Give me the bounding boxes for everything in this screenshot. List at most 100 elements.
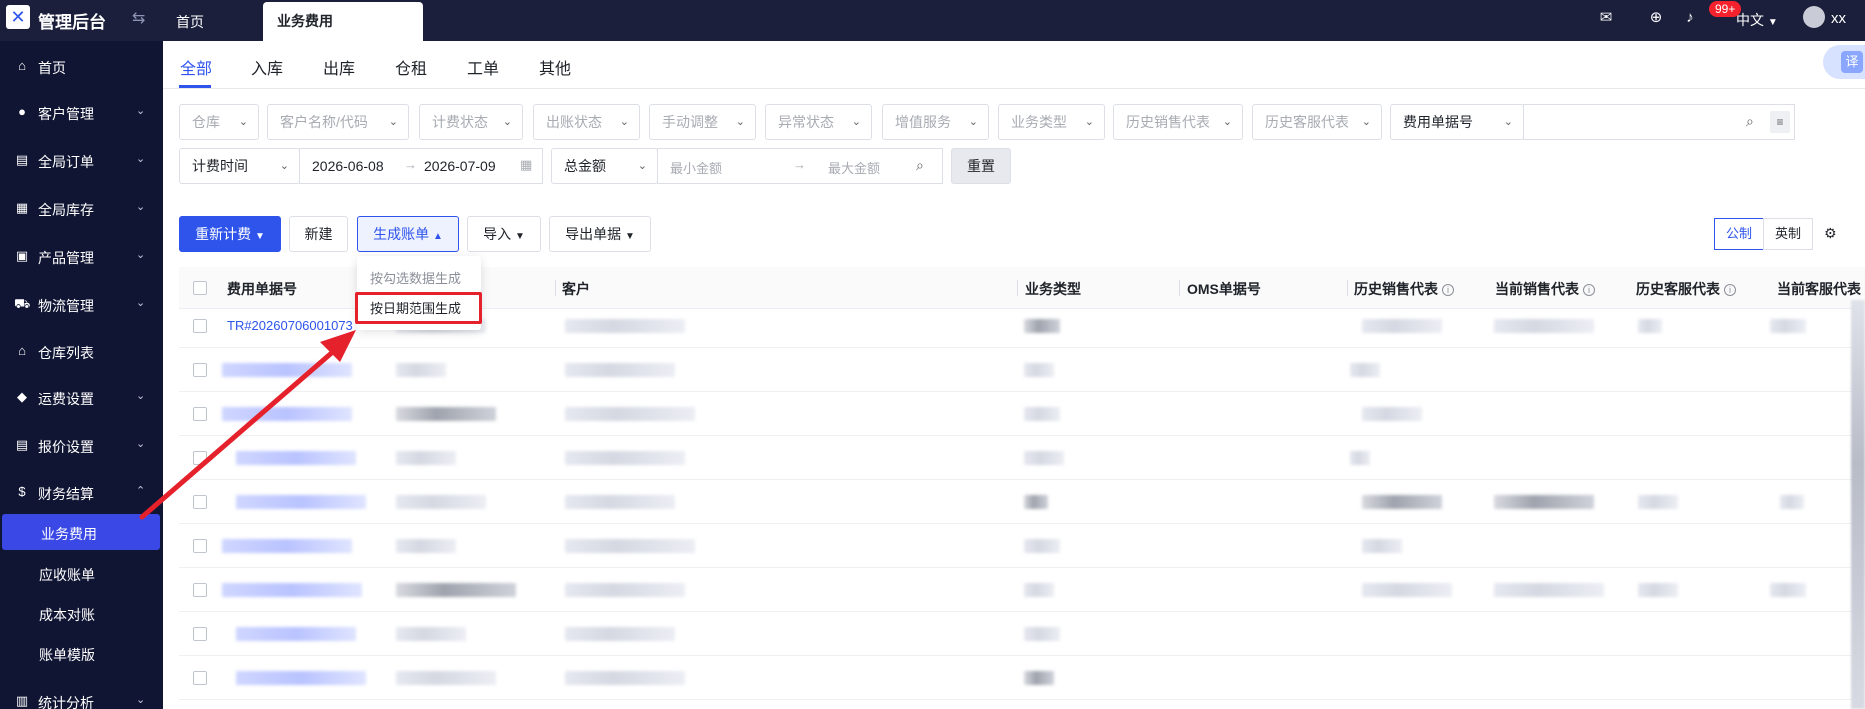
row-checkbox[interactable] (193, 627, 207, 641)
unit-metric-toggle[interactable]: 公制 (1714, 218, 1764, 250)
redacted-cell (236, 495, 366, 509)
tab-other[interactable]: 其他 (539, 55, 571, 79)
info-icon[interactable]: i (1442, 284, 1454, 296)
sidebar-item-home[interactable]: ⌂ 首页 (0, 46, 163, 86)
sidebar-subitem-receivables[interactable]: 应收账单 (0, 555, 163, 591)
bill-no-type-select[interactable]: 费用单据号 ⌄ (1390, 104, 1524, 140)
amount-type-select[interactable]: 总金额 ⌄ (551, 148, 658, 184)
col-history-sales[interactable]: 历史销售代表 i (1354, 279, 1454, 299)
import-button[interactable]: 导入 ▼ (467, 216, 541, 252)
tab-all[interactable]: 全部 (180, 55, 212, 79)
date-type-select[interactable]: 计费时间 ⌄ (179, 148, 300, 184)
translate-button[interactable]: 译 (1823, 45, 1865, 79)
sidebar-subitem-business-fees[interactable]: 业务费用 (2, 514, 160, 550)
row-checkbox[interactable] (193, 319, 207, 333)
warehouse-select[interactable]: 仓库 ⌄ (179, 104, 259, 140)
max-amount-input[interactable]: 最大金额 (828, 158, 880, 177)
sidebar-item-products[interactable]: ▣ 产品管理 ⌄ (0, 236, 163, 276)
value-added-service-select[interactable]: 增值服务 ⌄ (882, 104, 989, 140)
stats-icon: ▥ (15, 693, 29, 708)
amount-range-input[interactable]: 最小金额 → 最大金额 ⌕ (657, 148, 943, 184)
col-oms-no[interactable]: OMS单据号 (1187, 279, 1261, 299)
col-bill-no[interactable]: 费用单据号 (227, 279, 297, 299)
tab-inbound[interactable]: 入库 (251, 55, 283, 79)
exception-status-select[interactable]: 异常状态 ⌄ (765, 104, 872, 140)
menu-item-generate-by-selection[interactable]: 按勾选数据生成 (370, 268, 461, 287)
tab-business-fees[interactable]: 业务费用 (263, 2, 423, 41)
sidebar-item-logistics[interactable]: ⛟ 物流管理 ⌄ (0, 284, 163, 324)
row-checkbox[interactable] (193, 671, 207, 685)
tab-storage[interactable]: 仓租 (395, 55, 427, 79)
col-history-service[interactable]: 历史客服代表 i (1636, 279, 1736, 299)
recalculate-button[interactable]: 重新计费 ▼ (179, 216, 281, 252)
redacted-cell (1362, 319, 1442, 333)
chevron-up-icon: ⌃ (136, 485, 146, 497)
tab-home[interactable]: 首页 (162, 2, 218, 43)
sidebar-subitem-cost-reconciliation[interactable]: 成本对账 (0, 595, 163, 631)
list-icon[interactable]: ≡ (1770, 111, 1790, 133)
avatar[interactable] (1803, 6, 1825, 28)
history-sales-select[interactable]: 历史销售代表 ⌄ (1113, 104, 1243, 140)
row-checkbox[interactable] (193, 451, 207, 465)
col-business-type[interactable]: 业务类型 (1025, 279, 1081, 299)
calendar-icon[interactable]: ▦ (520, 157, 532, 173)
sidebar-item-warehouses[interactable]: ⌂ 仓库列表 (0, 331, 163, 371)
business-type-select[interactable]: 业务类型 ⌄ (998, 104, 1105, 140)
row-checkbox[interactable] (193, 495, 207, 509)
date-range-picker[interactable]: 2026-06-08 → 2026-07-09 ▦ (299, 148, 543, 184)
info-icon[interactable]: i (1583, 284, 1595, 296)
tab-outbound[interactable]: 出库 (323, 55, 355, 79)
customer-select[interactable]: 客户名称/代码 ⌄ (267, 104, 409, 140)
row-checkbox[interactable] (193, 407, 207, 421)
date-end[interactable]: 2026-07-09 (424, 158, 496, 174)
row-checkbox[interactable] (193, 363, 207, 377)
app-logo: ✕ (6, 5, 30, 29)
billing-status-select[interactable]: 计费状态 ⌄ (419, 104, 523, 140)
invoice-status-select[interactable]: 出账状态 ⌄ (533, 104, 640, 140)
mail-icon[interactable]: ✉ (1597, 9, 1615, 27)
chevron-down-icon: ▼ (624, 231, 635, 242)
language-select[interactable]: 中文 ▼ (1736, 10, 1778, 30)
row-checkbox[interactable] (193, 583, 207, 597)
bell-icon[interactable]: ♪ (1681, 9, 1699, 27)
tab-workorder[interactable]: 工单 (467, 55, 499, 79)
bill-no-link[interactable]: TR#20260706001073 (227, 318, 353, 333)
download-icon[interactable]: ⊕ (1647, 9, 1665, 27)
col-current-service[interactable]: 当前客服代表 (1777, 279, 1861, 299)
generate-bill-button[interactable]: 生成账单 ▲ (357, 216, 459, 252)
export-button[interactable]: 导出单据 ▼ (549, 216, 651, 252)
sidebar-item-customers[interactable]: ● 客户管理 ⌄ (0, 92, 163, 132)
user-name[interactable]: xx (1831, 10, 1846, 27)
unit-imperial-toggle[interactable]: 英制 (1763, 218, 1813, 250)
sidebar-item-quotes[interactable]: ▤ 报价设置 ⌄ (0, 425, 163, 465)
arrow-right-icon: → (404, 157, 417, 172)
col-customer[interactable]: 客户 (562, 279, 590, 299)
new-button[interactable]: 新建 (289, 216, 348, 252)
select-placeholder: 增值服务 (895, 114, 951, 130)
search-icon[interactable]: ⌕ (916, 157, 924, 174)
min-amount-input[interactable]: 最小金额 (670, 158, 722, 177)
sidebar-item-label: 成本对账 (39, 607, 95, 623)
history-service-select[interactable]: 历史客服代表 ⌄ (1252, 104, 1382, 140)
sidebar-toggle-icon[interactable]: ⇆ (132, 8, 145, 28)
date-start[interactable]: 2026-06-08 (312, 158, 384, 174)
search-icon[interactable]: ⌕ (1746, 113, 1754, 130)
sidebar-item-orders[interactable]: ▤ 全局订单 ⌄ (0, 140, 163, 180)
sidebar: ⌂ 首页 ● 客户管理 ⌄ ▤ 全局订单 ⌄ ▦ 全局库存 ⌄ ▣ 产品管理 ⌄… (0, 41, 163, 709)
sidebar-item-stats[interactable]: ▥ 统计分析 ⌄ (0, 681, 163, 709)
settings-icon[interactable]: ⚙ (1824, 225, 1837, 242)
redacted-cell (1362, 583, 1452, 597)
reset-button[interactable]: 重置 (951, 148, 1011, 184)
bill-no-search-input[interactable]: ⌕ ≡ (1523, 104, 1795, 140)
sidebar-item-freight[interactable]: ◆ 运费设置 ⌄ (0, 377, 163, 417)
sidebar-item-inventory[interactable]: ▦ 全局库存 ⌄ (0, 188, 163, 228)
col-current-sales[interactable]: 当前销售代表 i (1495, 279, 1595, 299)
scrollbar[interactable] (1851, 300, 1865, 709)
manual-adjust-select[interactable]: 手动调整 ⌄ (649, 104, 756, 140)
info-icon[interactable]: i (1724, 284, 1736, 296)
select-placeholder: 客户名称/代码 (280, 114, 368, 130)
sidebar-item-finance[interactable]: $ 财务结算 ⌃ (0, 472, 163, 512)
row-checkbox[interactable] (193, 539, 207, 553)
select-all-checkbox[interactable] (193, 281, 207, 295)
sidebar-subitem-bill-templates[interactable]: 账单模版 (0, 635, 163, 671)
